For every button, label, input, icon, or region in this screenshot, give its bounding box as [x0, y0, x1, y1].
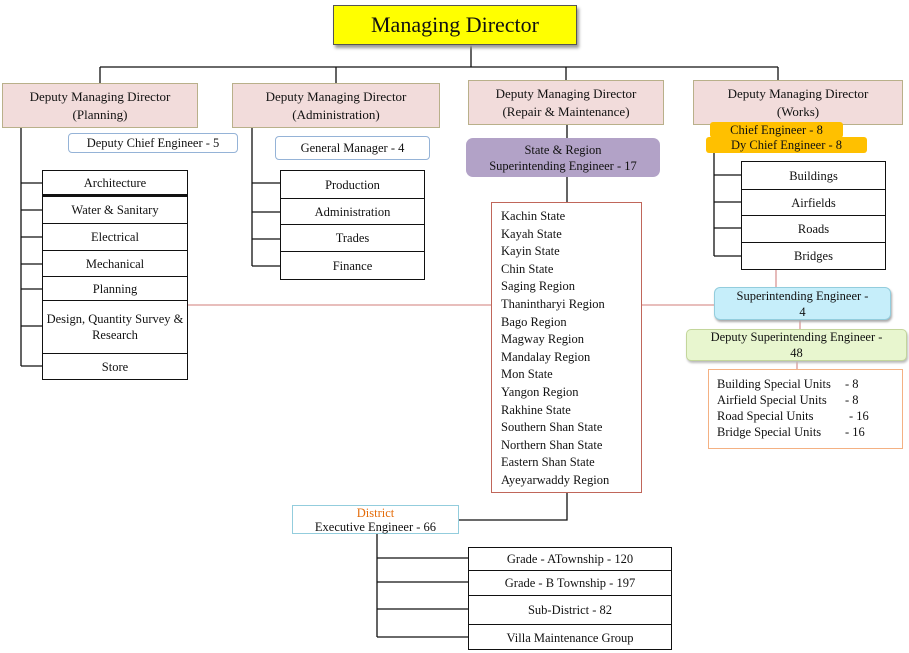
list-item: Road Special Units - 16 [717, 408, 902, 424]
dmd-repair-title: Deputy Managing Director [495, 85, 637, 101]
list-item: Buildings [742, 162, 885, 190]
district-label: District [356, 505, 395, 520]
works-departments-list: Buildings Airfields Roads Bridges [741, 161, 886, 270]
list-item: Thanintharyi Region [501, 296, 605, 311]
special-units-list: Building Special Units - 8 Airfield Speci… [708, 369, 903, 449]
list-item: Sub-District - 82 [469, 596, 671, 625]
list-item: Saging Region [501, 279, 575, 294]
unit-count: - 8 [845, 377, 859, 391]
list-item: Northern Shan State [501, 437, 603, 452]
list-item: Southern Shan State [501, 420, 603, 435]
state-region-label: State & Region [524, 142, 602, 157]
chief-engineer-box: Chief Engineer - 8 [710, 122, 843, 138]
state-region-se-box: State & Region Superintending Engineer -… [466, 138, 660, 177]
states-regions-list: Kachin State Kayah State Kayin State Chi… [491, 202, 642, 493]
list-item: Chin State [501, 261, 554, 276]
dmd-administration-box: Deputy Managing Director (Administration… [232, 83, 440, 128]
list-item: Water & Sanitary [43, 197, 187, 224]
list-item: Architecture [43, 171, 187, 197]
list-item: Magway Region [501, 332, 584, 347]
list-item: Bago Region [501, 314, 567, 329]
list-item: Planning [43, 277, 187, 301]
list-item: Airfield Special Units - 8 [717, 392, 902, 408]
list-item: Kachin State [501, 209, 566, 223]
list-item: Electrical [43, 224, 187, 251]
list-item: Mechanical [43, 251, 187, 277]
superintending-engineer-box: Superintending Engineer - 4 [714, 287, 891, 320]
dmd-administration-title: Deputy Managing Director [265, 88, 407, 104]
unit-name: Building Special Units [717, 377, 831, 391]
dmd-repair-subtitle: (Repair & Maintenance) [502, 103, 630, 119]
se-count: 4 [799, 304, 806, 319]
managing-director-box: Managing Director [333, 5, 577, 45]
managing-director-label: Managing Director [371, 12, 539, 37]
dy-chief-engineer-label: Dy Chief Engineer - 8 [730, 138, 843, 152]
list-item: Roads [742, 216, 885, 243]
dse-label: Deputy Superintending Engineer - [710, 330, 883, 344]
list-item: Mon State [501, 367, 553, 382]
unit-count: - 16 [849, 409, 869, 423]
org-chart: Managing Director Deputy Managing Direct… [0, 0, 909, 653]
list-item: Eastern Shan State [501, 455, 595, 470]
dmd-administration-subtitle: (Administration) [292, 106, 380, 122]
list-item: Bridge Special Units - 16 [717, 424, 902, 440]
district-box: District Executive Engineer - 66 [292, 505, 459, 534]
list-item: Production [281, 171, 424, 199]
list-item: Administration [281, 199, 424, 225]
chief-engineer-label: Chief Engineer - 8 [730, 123, 823, 137]
list-item: Trades [281, 225, 424, 252]
unit-name: Bridge Special Units [717, 425, 822, 439]
executive-engineer-label: Executive Engineer - 66 [314, 519, 437, 534]
list-item: Design, Quantity Survey & Research [43, 301, 187, 354]
dmd-works-box: Deputy Managing Director (Works) [693, 80, 903, 125]
list-item: Building Special Units - 8 [717, 376, 902, 392]
list-item: Finance [332, 258, 373, 273]
list-item: Grade - B Township - 197 [469, 571, 671, 596]
list-item: Mandalay Region [501, 349, 591, 364]
administration-departments-list: Production Administration Trades Finance [280, 170, 425, 280]
deputy-superintending-engineer-box: Deputy Superintending Engineer - 48 [686, 329, 907, 361]
list-item: Villa Maintenance Group [506, 631, 634, 645]
deputy-chief-engineer-box: Deputy Chief Engineer - 5 [68, 133, 238, 153]
unit-name: Road Special Units [717, 409, 814, 423]
deputy-chief-engineer-label: Deputy Chief Engineer - 5 [86, 136, 220, 150]
list-item: Yangon Region [501, 384, 579, 399]
list-item: Store [101, 359, 129, 374]
district-units-list: Grade - ATownship - 120 Grade - B Townsh… [468, 547, 672, 650]
general-manager-label: General Manager - 4 [300, 141, 405, 155]
list-item: Kayin State [501, 244, 560, 259]
list-item: Airfields [742, 190, 885, 216]
list-item: Bridges [794, 249, 833, 263]
list-item: Rakhine State [501, 402, 571, 417]
state-region-se-label: Superintending Engineer - 17 [489, 158, 637, 173]
list-item: Kayah State [501, 226, 562, 241]
dse-count: 48 [790, 346, 803, 360]
list-item: Grade - ATownship - 120 [469, 548, 671, 571]
unit-count: - 8 [845, 393, 859, 407]
unit-count: - 16 [845, 425, 865, 439]
dmd-works-title: Deputy Managing Director [727, 85, 869, 101]
dmd-planning-box: Deputy Managing Director (Planning) [2, 83, 198, 128]
planning-departments-list: Architecture Water & Sanitary Electrical… [42, 170, 188, 380]
unit-name: Airfield Special Units [717, 393, 827, 407]
se-label: Superintending Engineer - [736, 288, 869, 303]
list-item: Ayeyarwaddy Region [501, 472, 610, 487]
general-manager-box: General Manager - 4 [275, 136, 430, 160]
dmd-repair-box: Deputy Managing Director (Repair & Maint… [468, 80, 664, 125]
dmd-planning-title: Deputy Managing Director [29, 88, 171, 104]
dy-chief-engineer-box: Dy Chief Engineer - 8 [706, 137, 867, 153]
dmd-works-subtitle: (Works) [776, 103, 820, 119]
dmd-planning-subtitle: (Planning) [72, 106, 128, 122]
